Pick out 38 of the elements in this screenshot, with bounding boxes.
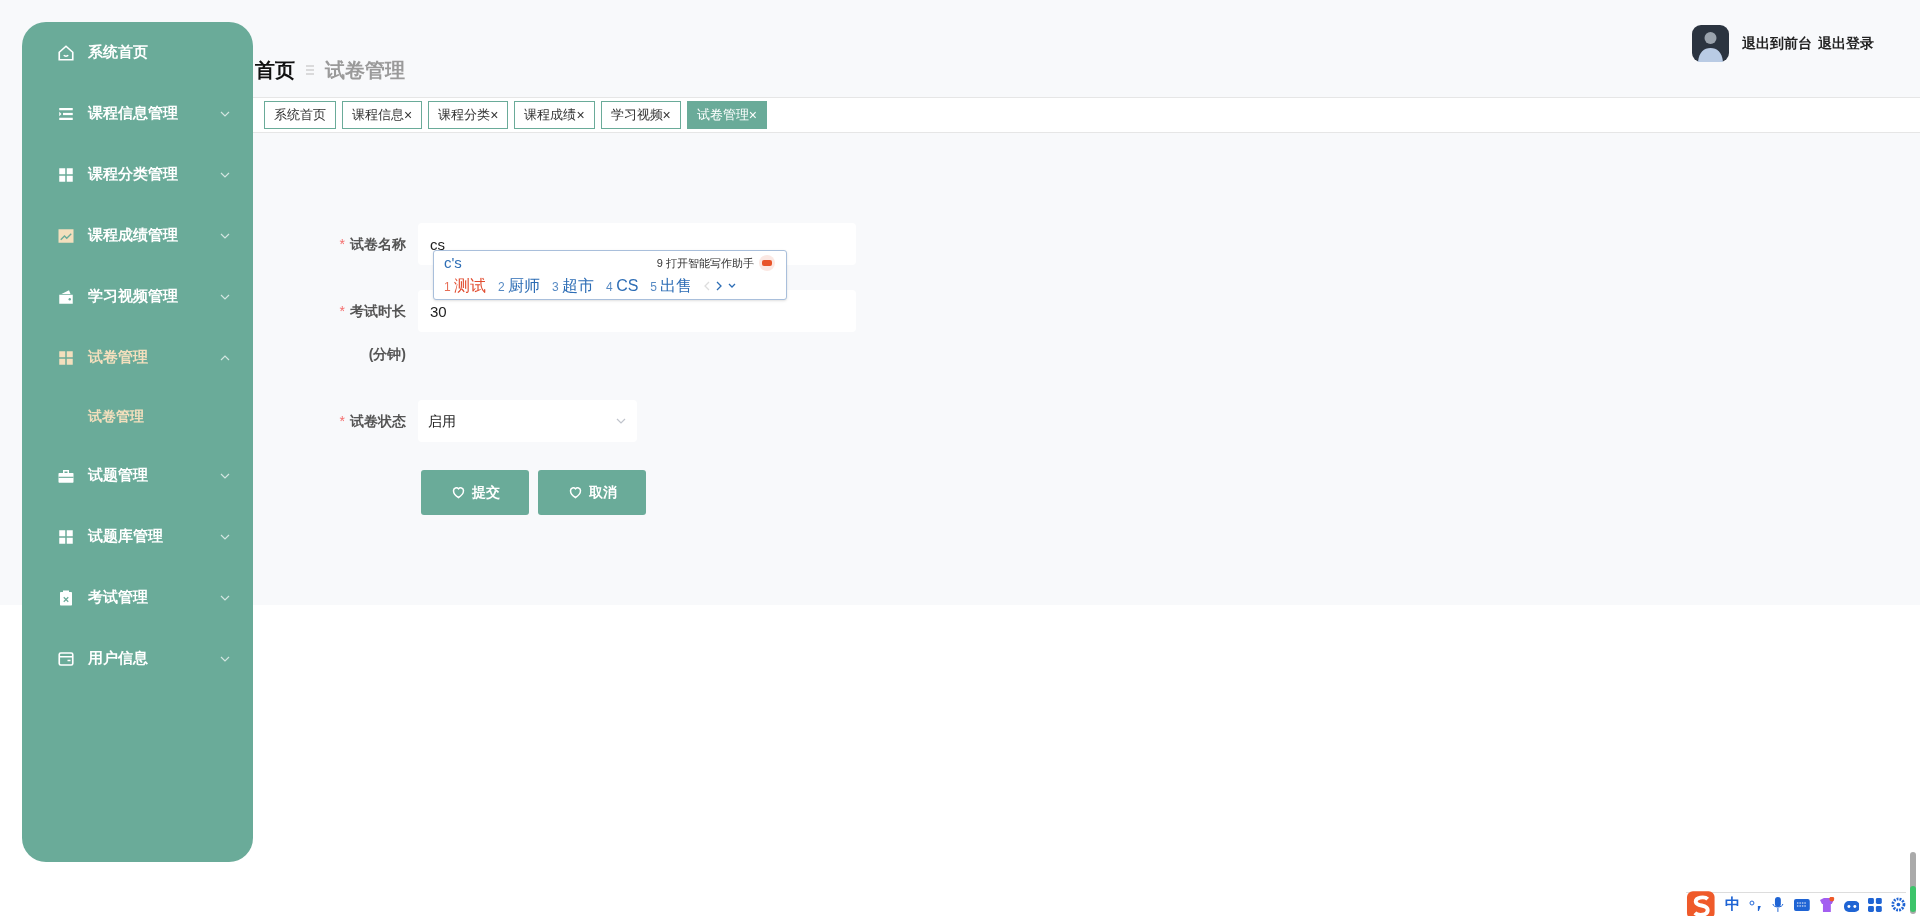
grid-icon bbox=[57, 527, 75, 546]
separator-icon bbox=[305, 64, 315, 76]
keyboard-icon[interactable] bbox=[1794, 898, 1810, 911]
field-note: (分钟) bbox=[368, 345, 406, 364]
home-icon bbox=[57, 43, 75, 62]
required-mark: * bbox=[339, 301, 345, 321]
chart-icon bbox=[57, 226, 75, 245]
heart-icon bbox=[450, 485, 466, 500]
grid-icon bbox=[57, 165, 75, 184]
shirt-icon[interactable] bbox=[1818, 896, 1835, 913]
required-mark: * bbox=[339, 411, 345, 431]
status-select[interactable]: 启用 bbox=[418, 400, 637, 442]
grid-icon bbox=[57, 348, 75, 367]
avatar[interactable] bbox=[1692, 25, 1729, 62]
tab[interactable]: 课程分类× bbox=[428, 101, 509, 129]
scrollbar bbox=[1910, 852, 1916, 914]
header-link[interactable]: 退出到前台 bbox=[1742, 33, 1812, 54]
card-icon bbox=[57, 649, 75, 668]
tab[interactable]: 系统首页 bbox=[264, 101, 336, 129]
breadcrumb-current: 试卷管理 bbox=[325, 58, 405, 83]
field-label: 考试时长 bbox=[350, 301, 406, 321]
tab[interactable]: 课程信息× bbox=[342, 101, 423, 129]
field-label: 试卷名称 bbox=[350, 234, 406, 254]
required-mark: * bbox=[339, 234, 345, 254]
clipboard-icon bbox=[57, 588, 75, 607]
apps-icon[interactable] bbox=[1868, 897, 1883, 912]
microphone-icon[interactable] bbox=[1771, 896, 1786, 913]
mascot-icon bbox=[758, 254, 776, 272]
sogou-logo-icon[interactable] bbox=[1686, 890, 1716, 916]
settings-icon[interactable] bbox=[1891, 897, 1907, 912]
punctuation-icon[interactable] bbox=[1748, 897, 1763, 912]
ime-mode[interactable]: 中 bbox=[1724, 893, 1740, 916]
tab[interactable]: 学习视频× bbox=[600, 101, 681, 129]
header-link[interactable]: 退出登录 bbox=[1818, 33, 1874, 54]
breadcrumb-link[interactable]: 首页 bbox=[255, 55, 295, 85]
field-label: 试卷状态 bbox=[350, 411, 406, 431]
tab[interactable]: 课程成绩× bbox=[514, 101, 595, 129]
heart-icon bbox=[567, 485, 583, 500]
